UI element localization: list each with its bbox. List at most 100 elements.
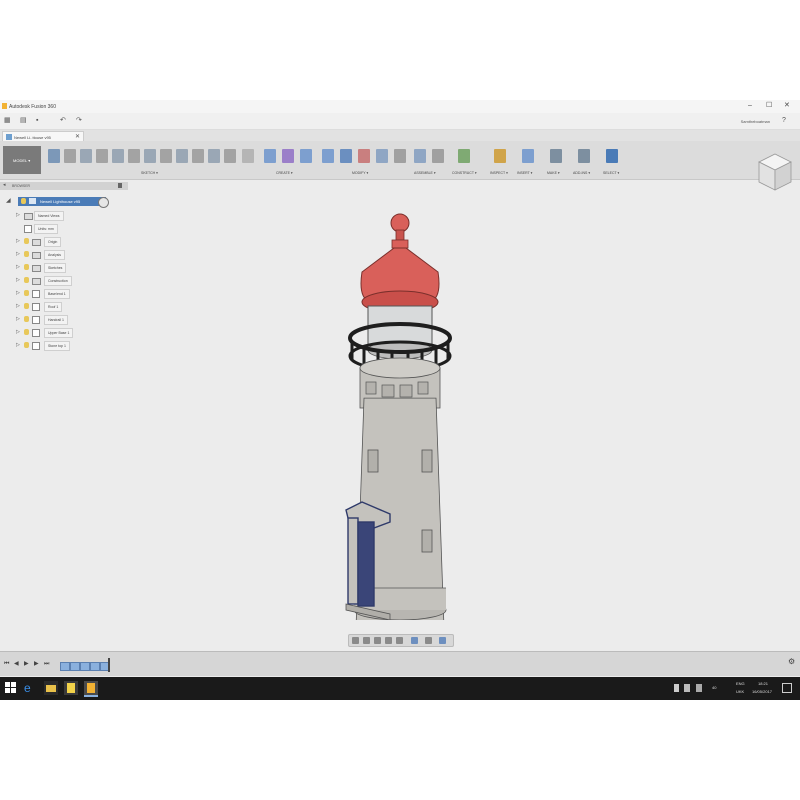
help-icon[interactable]: ? — [782, 117, 790, 125]
new-component-icon[interactable] — [414, 149, 426, 163]
expand-arrow-icon[interactable]: ▷ — [16, 212, 20, 218]
timeline-feature[interactable] — [60, 662, 70, 671]
expand-arrow-icon[interactable]: ▷ — [16, 342, 20, 348]
offset-icon[interactable] — [128, 149, 140, 163]
timeline-feature[interactable] — [70, 662, 80, 671]
tree-item[interactable]: ▷ Sketches — [16, 263, 106, 273]
sticky-app-icon[interactable] — [64, 681, 78, 695]
visibility-bulb-icon[interactable] — [24, 277, 29, 283]
visibility-bulb-icon[interactable] — [24, 238, 29, 244]
timeline-settings-icon[interactable]: ⚙ — [788, 658, 795, 666]
expand-arrow-icon[interactable]: ▷ — [16, 316, 20, 322]
tree-item[interactable]: ▷ Handrail 1 — [16, 315, 106, 325]
notification-icon[interactable] — [696, 684, 702, 692]
tree-item[interactable]: ▷ Analysis — [16, 250, 106, 260]
minimize-button[interactable]: – — [748, 102, 752, 110]
user-account[interactable]: Samtheboatman — [741, 119, 770, 124]
expand-arrow-icon[interactable]: ▷ — [16, 277, 20, 283]
workspace-switcher[interactable]: MODEL ▾ — [3, 146, 41, 174]
project-icon[interactable] — [176, 149, 188, 163]
language-indicator[interactable]: ENG — [736, 681, 745, 686]
network-icon[interactable] — [684, 684, 690, 692]
mirror-icon[interactable] — [144, 149, 156, 163]
expand-arrow-icon[interactable]: ▷ — [16, 251, 20, 257]
maximize-button[interactable]: ☐ — [766, 102, 772, 110]
tree-item[interactable]: ▷ Upper Base 1 — [16, 328, 106, 338]
tree-item[interactable]: ▷ Roof 1 — [16, 302, 106, 312]
select-menu[interactable]: SELECT ▾ — [603, 171, 619, 175]
make-menu[interactable]: MAKE ▾ — [547, 171, 560, 175]
select-icon[interactable] — [606, 149, 618, 163]
file-explorer-icon[interactable] — [44, 681, 58, 695]
rectangle-icon[interactable] — [80, 149, 92, 163]
windows-start-icon[interactable] — [5, 682, 17, 694]
3d-print-icon[interactable] — [550, 149, 562, 163]
redo-icon[interactable]: ↷ — [76, 117, 84, 125]
fit-icon[interactable] — [396, 637, 403, 644]
appearance-icon[interactable] — [394, 149, 406, 163]
root-visibility-bulb-icon[interactable] — [21, 198, 26, 204]
step-forward-icon[interactable]: ▶ — [34, 661, 39, 667]
chamfer-icon[interactable] — [358, 149, 370, 163]
stop-sketch-icon[interactable] — [242, 149, 254, 163]
close-tab-icon[interactable]: ✕ — [75, 133, 80, 140]
timeline-feature[interactable] — [90, 662, 100, 671]
close-window-button[interactable]: ✕ — [784, 102, 790, 110]
timeline-feature[interactable] — [80, 662, 90, 671]
assemble-menu[interactable]: ASSEMBLE ▾ — [414, 171, 436, 175]
sketch-dimension-icon[interactable] — [192, 149, 204, 163]
visibility-bulb-icon[interactable] — [24, 264, 29, 270]
visibility-bulb-icon[interactable] — [24, 342, 29, 348]
visibility-bulb-icon[interactable] — [24, 329, 29, 335]
measure-icon[interactable] — [494, 149, 506, 163]
insert-image-icon[interactable] — [522, 149, 534, 163]
look-at-icon[interactable] — [363, 637, 370, 644]
expand-arrow-icon[interactable]: ▷ — [16, 264, 20, 270]
trim-icon[interactable] — [112, 149, 124, 163]
fillet-icon[interactable] — [340, 149, 352, 163]
visibility-bulb-icon[interactable] — [24, 303, 29, 309]
timeline-marker[interactable] — [108, 658, 110, 672]
tree-root-component[interactable]: Newell Lighthouse v95 — [18, 197, 106, 206]
orbit-icon[interactable] — [352, 637, 359, 644]
viewports-icon[interactable] — [439, 637, 446, 644]
tree-item[interactable]: Units: mm — [16, 224, 106, 234]
line-icon[interactable] — [64, 149, 76, 163]
inspect-menu[interactable]: INSPECT ▾ — [490, 171, 508, 175]
pan-icon[interactable] — [374, 637, 381, 644]
press-pull-icon[interactable] — [322, 149, 334, 163]
pin-icon[interactable] — [118, 183, 122, 188]
lighthouse-model[interactable] — [330, 210, 470, 620]
display-settings-icon[interactable] — [411, 637, 418, 644]
play-icon[interactable]: ▶ — [24, 661, 29, 667]
add-ins-menu[interactable]: ADD-INS ▾ — [573, 171, 590, 175]
file-menu-icon[interactable]: ▤ — [20, 117, 28, 125]
volume-level[interactable]: 40 — [712, 685, 716, 690]
expand-arrow-icon[interactable]: ▷ — [16, 238, 20, 244]
battery-icon[interactable] — [674, 684, 679, 692]
construct-menu[interactable]: CONSTRUCT ▾ — [452, 171, 477, 175]
insert-menu[interactable]: INSERT ▾ — [517, 171, 532, 175]
grid-settings-icon[interactable] — [425, 637, 432, 644]
step-back-icon[interactable]: ◀ — [14, 661, 19, 667]
save-icon[interactable]: ▪ — [36, 117, 44, 125]
go-to-start-icon[interactable]: ⏮ — [4, 661, 9, 667]
edge-browser-icon[interactable]: e — [24, 681, 38, 695]
tree-item[interactable]: ▷ Base/end 1 — [16, 289, 106, 299]
extrude-icon[interactable] — [264, 149, 276, 163]
sweep-icon[interactable] — [300, 149, 312, 163]
view-cube[interactable] — [756, 150, 794, 194]
tree-item[interactable]: ▷ Origin — [16, 237, 106, 247]
activate-radio-icon[interactable] — [98, 197, 109, 208]
circular-pattern-icon[interactable] — [160, 149, 172, 163]
fillet-sketch-icon[interactable] — [224, 149, 236, 163]
shell-icon[interactable] — [376, 149, 388, 163]
tree-item[interactable]: ▷ Stone top 1 — [16, 341, 106, 351]
fusion-taskbar-icon[interactable] — [84, 681, 98, 697]
create-sketch-icon[interactable] — [48, 149, 60, 163]
go-to-end-icon[interactable]: ⏭ — [44, 661, 49, 667]
tree-item[interactable]: ▷ Construction — [16, 276, 106, 286]
revolve-icon[interactable] — [282, 149, 294, 163]
create-menu[interactable]: CREATE ▾ — [276, 171, 293, 175]
visibility-bulb-icon[interactable] — [24, 290, 29, 296]
